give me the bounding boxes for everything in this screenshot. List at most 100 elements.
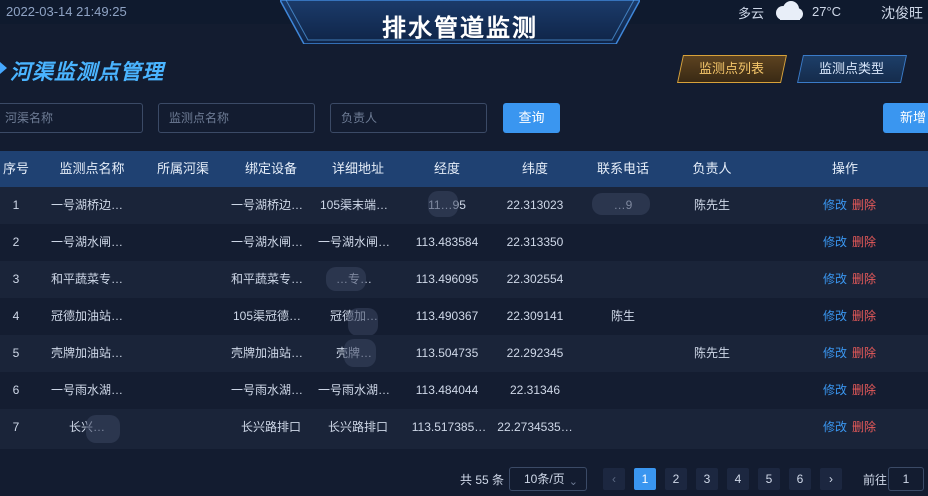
edit-link[interactable]: 修改 — [823, 224, 847, 261]
cell-device: 一号湖桥边… — [230, 198, 303, 212]
next-page-button[interactable]: › — [820, 468, 842, 490]
cell-lat: 22.302554 — [506, 272, 564, 286]
goto-page-input[interactable] — [888, 467, 924, 491]
delete-link[interactable]: 删除 — [852, 372, 876, 409]
cell-name: 一号湖桥边… — [50, 198, 123, 212]
cell-lng: 113.517385… — [411, 420, 487, 434]
title-banner: 排水管道监测 — [280, 0, 640, 44]
cell-person — [670, 224, 754, 261]
cell-no: 3 — [12, 272, 20, 286]
edit-link[interactable]: 修改 — [823, 187, 847, 224]
col-address: 详细地址 — [331, 161, 384, 176]
table-row: 3 和平蔬菜专… 和平蔬菜专… …专… 113.496095 22.302554… — [0, 261, 928, 298]
river-name-input[interactable] — [0, 103, 143, 133]
cell-lng: 113.504735 — [415, 346, 479, 360]
add-button[interactable]: 新增 — [883, 103, 928, 133]
cell-person: 陈先生 — [693, 198, 730, 212]
page-button-5[interactable]: 5 — [758, 468, 780, 490]
cell-lat: 22.309141 — [506, 309, 564, 323]
page-title: 排水管道监测 — [382, 15, 538, 42]
cell-name: 一号雨水湖… — [50, 383, 123, 397]
cell-person: 陈先生 — [693, 346, 730, 360]
table-row: 2 一号湖水闸… 一号湖水闸… 一号湖水闸… 113.483584 22.313… — [0, 224, 928, 261]
cell-phone: 陈生 — [610, 309, 635, 323]
col-person: 负责人 — [692, 161, 732, 176]
cloud-icon — [776, 1, 803, 20]
cell-phone — [576, 372, 670, 409]
col-no: 序号 — [2, 161, 29, 176]
cell-device: 一号雨水湖… — [230, 383, 303, 397]
tab-point-type-label: 监测点类型 — [819, 61, 885, 76]
cell-device: 105渠冠德… — [232, 309, 302, 323]
cell-lat: 22.2734535… — [497, 420, 573, 434]
cell-river — [140, 372, 226, 409]
cell-lat: 22.292345 — [506, 346, 564, 360]
tab-point-type[interactable]: 监测点类型 — [797, 55, 907, 83]
col-lat: 纬度 — [521, 161, 548, 176]
cell-river — [140, 409, 226, 446]
table-row: 6 一号雨水湖… 一号雨水湖… 一号雨水湖… 113.484044 22.313… — [0, 372, 928, 409]
cell-phone — [576, 409, 670, 446]
col-river: 所属河渠 — [156, 161, 209, 176]
edit-link[interactable]: 修改 — [823, 298, 847, 335]
cell-no: 5 — [12, 346, 20, 360]
datetime: 2022-03-14 21:49:25 — [6, 4, 127, 19]
delete-link[interactable]: 删除 — [852, 335, 876, 372]
page-button-2[interactable]: 2 — [665, 468, 687, 490]
cell-no: 7 — [12, 420, 20, 434]
delete-link[interactable]: 删除 — [852, 187, 876, 224]
cell-device: 长兴路排口 — [240, 420, 301, 434]
cell-name: 壳牌加油站… — [50, 346, 123, 360]
cell-address: 一号雨水湖… — [317, 383, 390, 397]
cell-lng: 113.490367 — [415, 309, 479, 323]
cell-name: 一号湖水闸… — [50, 235, 123, 249]
page-button-4[interactable]: 4 — [727, 468, 749, 490]
edit-link[interactable]: 修改 — [823, 335, 847, 372]
delete-link[interactable]: 删除 — [852, 224, 876, 261]
cell-address: 105渠末端… — [319, 198, 389, 212]
table-row: 5 壳牌加油站… 壳牌加油站… 壳牌… 113.504735 22.292345… — [0, 335, 928, 372]
col-name: 监测点名称 — [59, 161, 125, 176]
cell-device: 和平蔬菜专… — [230, 272, 303, 286]
cell-person — [670, 409, 754, 446]
page-size-value: 10条/页 — [524, 472, 565, 486]
cell-person — [670, 298, 754, 335]
page-size-select[interactable]: 10条/页 ⌄ — [509, 467, 587, 491]
cell-no: 4 — [12, 309, 20, 323]
person-input[interactable] — [330, 103, 487, 133]
prev-page-button[interactable]: ‹ — [603, 468, 625, 490]
page-button-3[interactable]: 3 — [696, 468, 718, 490]
cell-lng: 113.496095 — [415, 272, 479, 286]
point-name-input[interactable] — [158, 103, 315, 133]
page-button-1[interactable]: 1 — [634, 468, 656, 490]
edit-link[interactable]: 修改 — [823, 372, 847, 409]
total-count: 共 55 条 — [460, 473, 505, 487]
user-name[interactable]: 沈俊旺 — [881, 3, 923, 23]
cell-lng: 113.483584 — [415, 235, 479, 249]
table-header: 序号 监测点名称 所属河渠 绑定设备 详细地址 经度 纬度 联系电话 负责人 操… — [0, 151, 928, 187]
delete-link[interactable]: 删除 — [852, 261, 876, 298]
delete-link[interactable]: 删除 — [852, 298, 876, 335]
delete-link[interactable]: 删除 — [852, 409, 876, 446]
cell-person — [670, 261, 754, 298]
cell-no: 2 — [12, 235, 20, 249]
cell-lat: 22.313350 — [506, 235, 564, 249]
col-actions: 操作 — [831, 161, 858, 176]
redaction-blur — [592, 193, 650, 215]
cell-no: 6 — [12, 383, 20, 397]
query-button[interactable]: 查询 — [503, 103, 560, 133]
edit-link[interactable]: 修改 — [823, 261, 847, 298]
col-phone: 联系电话 — [596, 161, 649, 176]
cell-address: 一号湖水闸… — [317, 235, 390, 249]
cell-lng: 113.484044 — [415, 383, 479, 397]
col-lng: 经度 — [433, 161, 460, 176]
cell-river — [140, 335, 226, 372]
table-row: 7 长兴… 长兴路排口 长兴路排口 113.517385… 22.2734535… — [0, 409, 928, 449]
redaction-blur — [428, 191, 458, 217]
tab-point-list[interactable]: 监测点列表 — [677, 55, 787, 83]
tab-point-list-label: 监测点列表 — [699, 61, 765, 76]
edit-link[interactable]: 修改 — [823, 409, 847, 446]
redaction-blur — [348, 308, 378, 336]
page-button-6[interactable]: 6 — [789, 468, 811, 490]
redaction-blur — [326, 267, 366, 291]
